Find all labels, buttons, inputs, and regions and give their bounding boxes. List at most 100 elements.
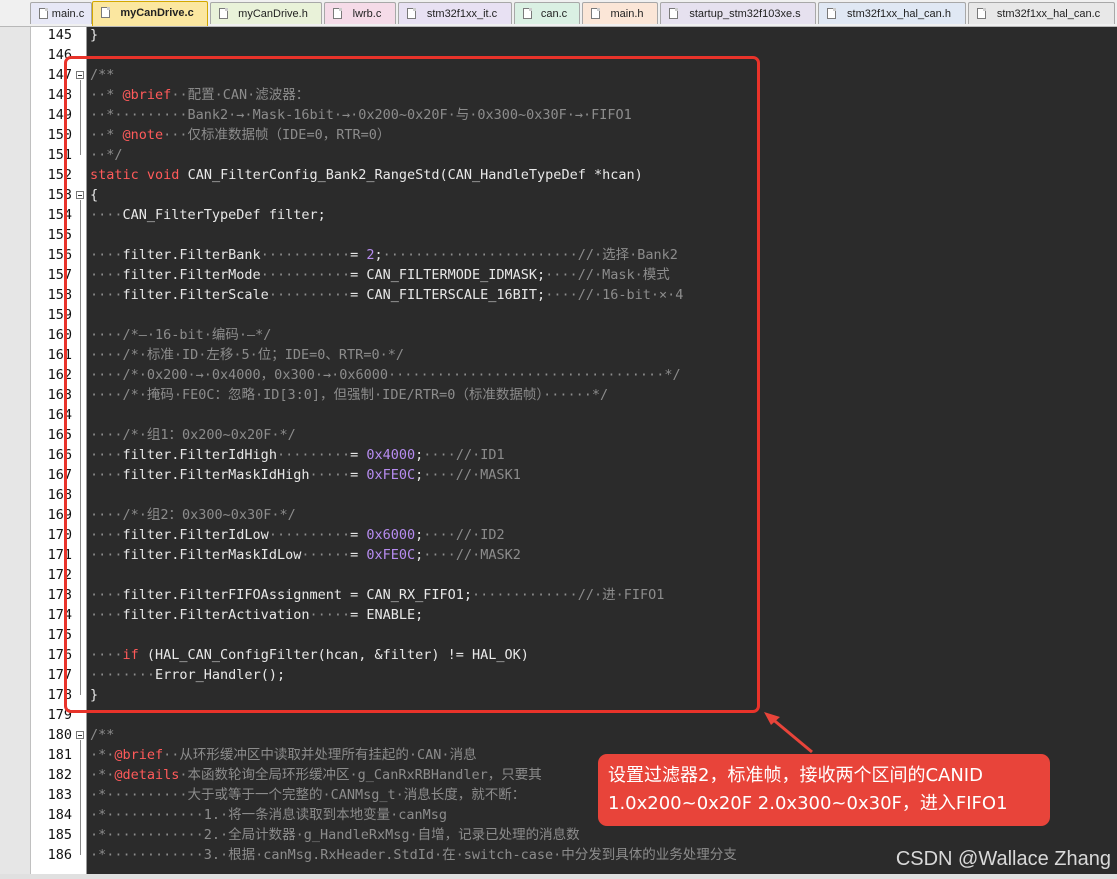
- code-token: @details: [114, 767, 180, 783]
- code-token: ····: [90, 207, 123, 223]
- code-token: ························: [382, 247, 578, 263]
- code-line[interactable]: ····filter.FilterIdLow··········= 0x6000…: [90, 525, 505, 545]
- code-line[interactable]: /**: [90, 725, 114, 745]
- code-token: ··: [90, 87, 107, 103]
- tab-lwrb-c[interactable]: lwrb.c: [324, 2, 396, 24]
- line-number-text: 170: [47, 527, 72, 543]
- file-icon: [669, 8, 678, 19]
- tab-stm32f1xx-it-c[interactable]: stm32f1xx_it.c: [398, 2, 512, 24]
- fold-guide: [80, 740, 81, 855]
- code-line[interactable]: {: [90, 185, 98, 205]
- code-line[interactable]: ····filter.FilterActivation·····= ENABLE…: [90, 605, 423, 625]
- code-area[interactable]: } /** ··* @brief··配置·CAN·滤波器： ··*·········B…: [90, 27, 1117, 879]
- code-token: ·····: [309, 467, 351, 483]
- fold-toggle-icon[interactable]: [76, 71, 84, 79]
- code-line[interactable]: ··* @note···仅标准数据帧（IDE=0，RTR=0）: [90, 125, 390, 145]
- code-token: /*·0x200·→·0x4000，0x300·→·0x6000········…: [122, 367, 681, 383]
- line-number: 150: [30, 125, 72, 145]
- code-line[interactable]: ····/*·组1：0x200~0x20F·*/: [90, 425, 296, 445]
- code-line[interactable]: ·*·@details·本函数轮询全局环形缓冲区·g_CanRxRBHandle…: [90, 765, 542, 785]
- code-line[interactable]: /**: [90, 65, 114, 85]
- code-token: ····: [545, 287, 578, 303]
- line-number: 148: [30, 85, 72, 105]
- code-line[interactable]: ··*/: [90, 145, 123, 165]
- code-line[interactable]: ····/*·组2：0x300~0x30F·*/: [90, 505, 296, 525]
- code-line[interactable]: ··* @brief··配置·CAN·滤波器：: [90, 85, 309, 105]
- line-number: 182: [30, 765, 72, 785]
- fold-toggle-icon[interactable]: [76, 731, 84, 739]
- code-line[interactable]: ····filter.FilterMaskIdLow······= 0xFE0C…: [90, 545, 521, 565]
- code-line[interactable]: ····filter.FilterBank···········= 2;····…: [90, 245, 678, 265]
- line-number-text: 159: [47, 307, 72, 323]
- code-token: filter.FilterActivation: [122, 607, 310, 623]
- line-number: 184: [30, 805, 72, 825]
- tab-startup-stm32f103xe-s[interactable]: startup_stm32f103xe.s: [660, 2, 816, 24]
- code-line[interactable]: }: [90, 27, 98, 45]
- line-number: 146: [30, 45, 72, 65]
- code-line[interactable]: ····filter.FilterScale··········= CAN_FI…: [90, 285, 683, 305]
- code-line[interactable]: static void CAN_FilterConfig_Bank2_Range…: [90, 165, 643, 185]
- code-line[interactable]: ····/*·0x200·→·0x4000，0x300·→·0x6000····…: [90, 365, 681, 385]
- code-line[interactable]: ····/*—·16-bit·编码·—*/: [90, 325, 271, 345]
- code-line[interactable]: ·*············2.·全局计数器·g_HandleRxMsg·自增，…: [90, 825, 580, 845]
- code-line[interactable]: ····filter.FilterMaskIdHigh·····= 0xFE0C…: [90, 465, 521, 485]
- code-line[interactable]: ·*············3.·根据·canMsg.RxHeader.StdI…: [90, 845, 737, 865]
- tab-mycandrive-h[interactable]: myCanDrive.h: [210, 2, 322, 24]
- code-token: ·*··········大于或等于一个完整的·CANMsg_t·消息长度，就不断…: [90, 787, 526, 803]
- code-token: ····: [90, 547, 123, 563]
- tab-main-h[interactable]: main.h: [582, 2, 658, 24]
- code-token: //·MASK1: [455, 467, 521, 483]
- code-line[interactable]: ····filter.FilterIdHigh·········= 0x4000…: [90, 445, 505, 465]
- line-number-text: 185: [47, 827, 72, 843]
- tab-label: myCanDrive.c: [120, 7, 194, 19]
- file-icon: [39, 8, 48, 19]
- line-number: 169: [30, 505, 72, 525]
- line-number-text: 157: [47, 267, 72, 283]
- tab-label: main.h: [610, 8, 644, 20]
- line-number-text: 181: [47, 747, 72, 763]
- code-line[interactable]: ·*············1.·将一条消息读取到本地变量·canMsg: [90, 805, 447, 825]
- line-number: 176: [30, 645, 72, 665]
- code-editor[interactable]: 145 146 147 148 149 150 151 152 153 154 155 156 157 1…: [0, 27, 1117, 879]
- code-token: ····: [90, 467, 123, 483]
- code-token: static: [90, 167, 139, 183]
- code-line[interactable]: ·*··········大于或等于一个完整的·CANMsg_t·消息长度，就不断…: [90, 785, 525, 805]
- code-token: ····: [90, 607, 123, 623]
- line-number: 155: [30, 225, 72, 245]
- code-line[interactable]: ··*·········Bank2·→·Mask-16bit·→·0x200~0…: [90, 105, 632, 125]
- code-token: = CAN_FILTERSCALE_16BIT;: [350, 287, 546, 303]
- code-token: 0xFE0C: [366, 547, 416, 563]
- line-number-text: 148: [47, 87, 72, 103]
- code-line[interactable]: ····filter.FilterMode···········= CAN_FI…: [90, 265, 670, 285]
- code-token: Error_Handler();: [155, 667, 286, 683]
- callout-line-1: 设置过滤器2，标准帧，接收两个区间的CANID: [608, 765, 983, 786]
- code-line[interactable]: ····/*·掩码·FE0C：忽略·ID[3:0]，但强制·IDE/RTR=0（…: [90, 385, 608, 405]
- code-token: filter.FilterFIFOAssignment = CAN_RX_FIF…: [122, 587, 473, 603]
- line-number-text: 167: [47, 467, 72, 483]
- code-token: ··从环形缓冲区中读取并处理所有挂起的·CAN·消息: [163, 747, 477, 763]
- code-token: =: [350, 547, 367, 563]
- line-number-text: 149: [47, 107, 72, 123]
- line-number-text: 147: [47, 67, 72, 83]
- code-token: /*·组2：0x300~0x30F·*/: [122, 507, 296, 523]
- code-line[interactable]: ····CAN_FilterTypeDef filter;: [90, 205, 326, 225]
- code-token: ····: [90, 647, 123, 663]
- tab-can-c[interactable]: can.c: [514, 2, 580, 24]
- code-line[interactable]: ·*·@brief··从环形缓冲区中读取并处理所有挂起的·CAN·消息: [90, 745, 477, 765]
- tab-mycandrive-c[interactable]: myCanDrive.c: [92, 1, 208, 26]
- tab-stm32f1xx-hal-can-c[interactable]: stm32f1xx_hal_can.c: [968, 2, 1115, 24]
- code-line[interactable]: ····/*·标准·ID·左移·5·位；IDE=0、RTR=0·*/: [90, 345, 404, 365]
- tab-stm32f1xx-hal-can-h[interactable]: stm32f1xx_hal_can.h: [818, 2, 966, 24]
- fold-toggle-icon[interactable]: [76, 191, 84, 199]
- code-line[interactable]: ····filter.FilterFIFOAssignment = CAN_RX…: [90, 585, 664, 605]
- code-token: ·本函数轮询全局环形缓冲区·g_CanRxRBHandler，只要其: [179, 767, 542, 783]
- tab-main-c[interactable]: main.c: [30, 2, 92, 24]
- code-line[interactable]: ····if (HAL_CAN_ConfigFilter(hcan, &filt…: [90, 645, 529, 665]
- code-line[interactable]: ········Error_Handler();: [90, 665, 285, 685]
- code-token: //·进·FIFO1: [577, 587, 665, 603]
- line-number: 165: [30, 425, 72, 445]
- code-token: /**: [90, 67, 115, 83]
- code-line[interactable]: }: [90, 685, 98, 705]
- line-number: 167: [30, 465, 72, 485]
- horizontal-scrollbar[interactable]: [0, 874, 1117, 879]
